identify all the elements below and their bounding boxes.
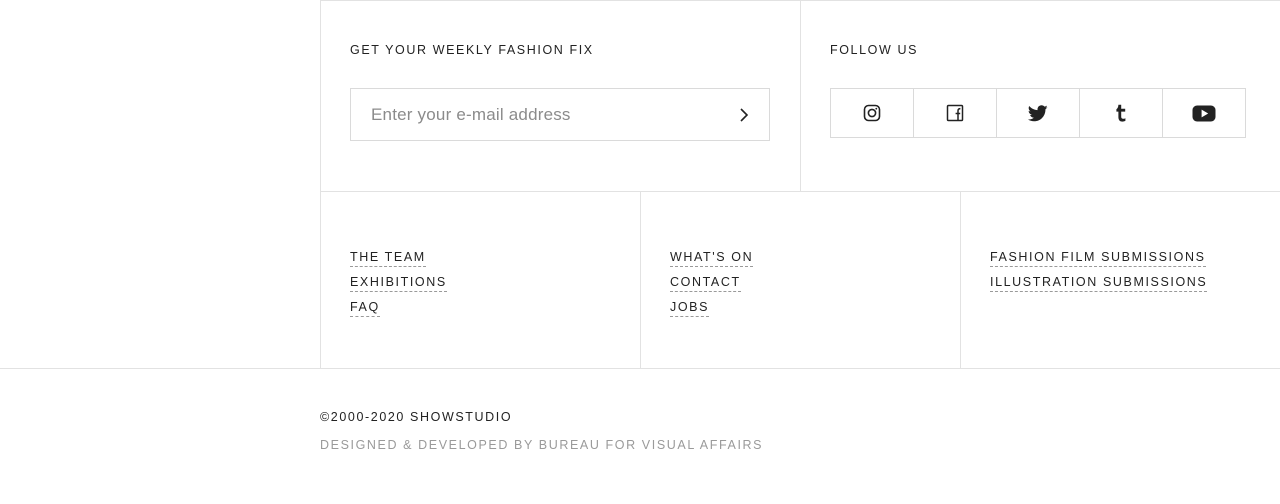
- social-links: [830, 88, 1246, 138]
- links-column-1: THE TEAM EXHIBITIONS FAQ: [350, 250, 447, 325]
- row-divider: [320, 191, 1280, 192]
- column-divider: [800, 0, 801, 191]
- link-whats-on[interactable]: WHAT'S ON: [670, 250, 754, 267]
- link-jobs[interactable]: JOBS: [670, 300, 710, 317]
- column-divider: [960, 191, 961, 368]
- copyright-text: ©2000-2020 SHOWSTUDIO: [320, 410, 513, 424]
- newsletter-heading: GET YOUR WEEKLY FASHION FIX: [350, 43, 594, 57]
- facebook-link[interactable]: [914, 89, 997, 137]
- link-exhibitions[interactable]: EXHIBITIONS: [350, 275, 447, 292]
- youtube-link[interactable]: [1163, 89, 1245, 137]
- link-the-team[interactable]: THE TEAM: [350, 250, 426, 267]
- site-footer: GET YOUR WEEKLY FASHION FIX FOLLOW US: [0, 0, 1280, 504]
- links-column-2: WHAT'S ON CONTACT JOBS: [670, 250, 754, 325]
- newsletter-form: [350, 88, 770, 141]
- link-contact[interactable]: CONTACT: [670, 275, 741, 292]
- bottom-divider: [0, 368, 1280, 369]
- instagram-icon: [863, 104, 881, 122]
- chevron-right-icon: [740, 107, 749, 122]
- tumblr-link[interactable]: [1080, 89, 1163, 137]
- column-divider: [640, 191, 641, 368]
- link-faq[interactable]: FAQ: [350, 300, 380, 317]
- credits-link[interactable]: DESIGNED & DEVELOPED BY BUREAU FOR VISUA…: [320, 438, 763, 452]
- facebook-icon: [946, 104, 964, 122]
- twitter-link[interactable]: [997, 89, 1080, 137]
- follow-heading: FOLLOW US: [830, 43, 919, 57]
- link-illustration-submissions[interactable]: ILLUSTRATION SUBMISSIONS: [990, 275, 1208, 292]
- tumblr-icon: [1116, 104, 1126, 122]
- links-column-3: FASHION FILM SUBMISSIONS ILLUSTRATION SU…: [990, 250, 1208, 300]
- link-fashion-film-submissions[interactable]: FASHION FILM SUBMISSIONS: [990, 250, 1206, 267]
- instagram-link[interactable]: [831, 89, 914, 137]
- column-divider: [320, 0, 321, 368]
- twitter-icon: [1028, 104, 1048, 121]
- youtube-icon: [1192, 105, 1216, 121]
- email-input[interactable]: [351, 89, 711, 140]
- submit-button[interactable]: [733, 104, 755, 126]
